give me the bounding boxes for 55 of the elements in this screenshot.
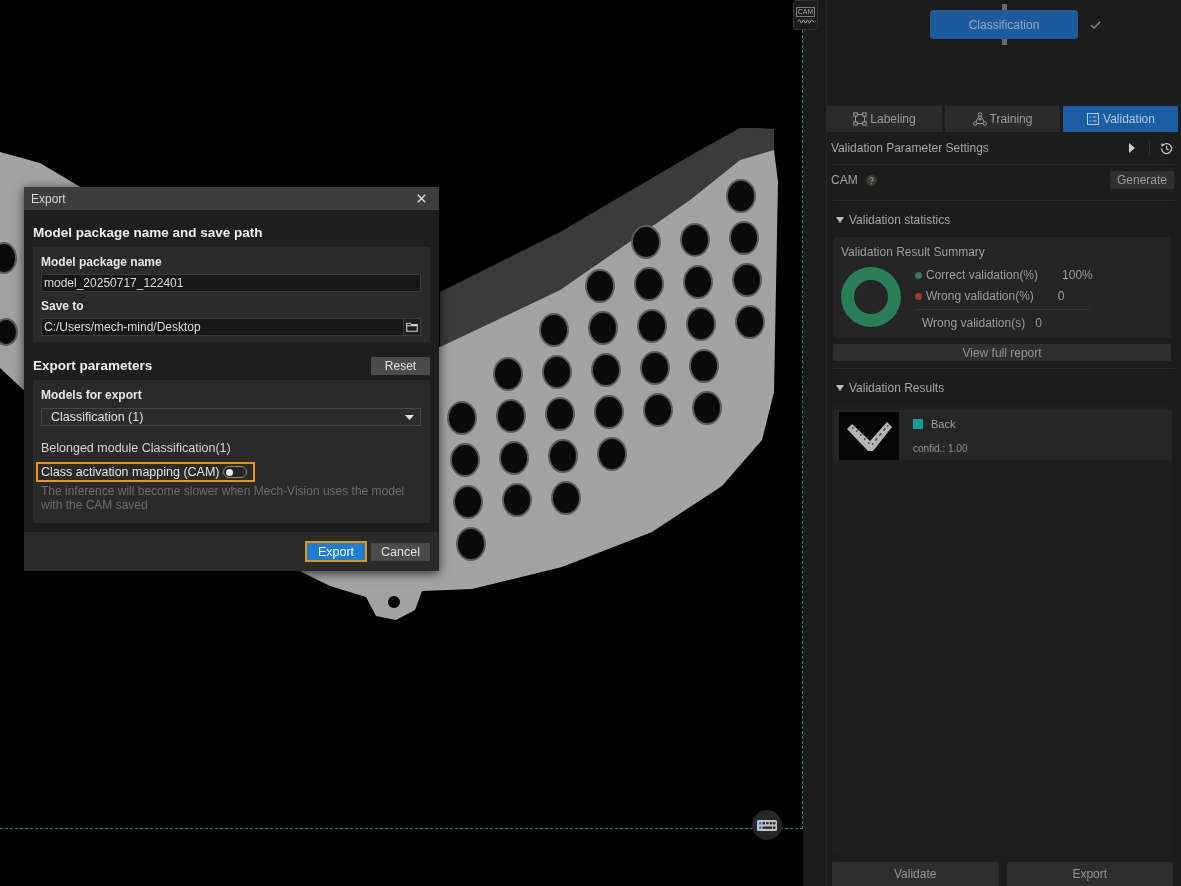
text-field[interactable]: model_20250717_122401	[41, 274, 421, 292]
node-port	[1001, 39, 1007, 45]
reset-button[interactable]: Reset	[371, 357, 430, 375]
toggle-label: Class activation mapping (CAM)	[41, 465, 220, 479]
field-label: Model package name	[41, 255, 163, 270]
confidence-text: confid.: 1.00	[913, 443, 968, 455]
triangle-nodes-icon	[972, 112, 987, 126]
hint-text: The inference will become slower when Mech-Vision uses the model with the CAM saved	[41, 484, 406, 512]
node-port	[1001, 4, 1007, 10]
export-button[interactable]: Export	[307, 543, 365, 560]
keyboard-icon[interactable]	[752, 810, 782, 840]
bounding-box-icon	[853, 112, 868, 126]
generate-button[interactable]: Generate	[1110, 171, 1174, 189]
legend-value: 100%	[1062, 268, 1093, 282]
plate-thumbnail-drawing	[839, 412, 899, 460]
field-label: Save to	[41, 299, 85, 314]
help-icon[interactable]	[865, 174, 877, 186]
folder-icon	[406, 322, 418, 332]
tab[interactable]: Labeling	[827, 106, 942, 132]
export-button[interactable]: Export	[1006, 862, 1173, 886]
section-heading: Model package name and save path	[33, 224, 264, 242]
module-text: Belonged module Classification(1)	[41, 440, 232, 456]
list-icon	[1086, 112, 1101, 126]
caret-icon[interactable]	[836, 385, 844, 391]
history-icon[interactable]	[1160, 141, 1173, 155]
count-label: Wrong validation(s)	[922, 316, 1026, 330]
section-title: Validation Results	[849, 381, 945, 395]
report-button[interactable]: View full report	[833, 344, 1171, 361]
cancel-button[interactable]: Cancel	[371, 542, 430, 561]
play-icon[interactable]	[1129, 143, 1135, 153]
legend-value: 0	[1057, 289, 1065, 303]
legend-label: Correct validation(%)	[926, 268, 1039, 282]
dialog-title: Export	[31, 191, 67, 206]
cam-label: CAM	[831, 173, 858, 187]
browse-button[interactable]	[403, 318, 421, 336]
tab[interactable]: Training	[945, 106, 1060, 132]
toggle-switch[interactable]	[222, 466, 247, 478]
model-dropdown[interactable]: Classification (1)	[41, 408, 421, 426]
legend-label: Wrong validation(%)	[926, 289, 1034, 303]
card-title: Validation Result Summary	[841, 245, 986, 260]
section-heading: Export parameters	[33, 357, 153, 375]
validate-button[interactable]: Validate	[832, 862, 999, 886]
caret-icon	[405, 414, 414, 420]
section-title: Validation Parameter Settings	[831, 141, 990, 155]
count-value: 0	[1035, 316, 1042, 330]
module-node[interactable]: Classification	[930, 10, 1078, 39]
wave-icon	[797, 18, 814, 24]
caret-icon[interactable]	[836, 217, 844, 223]
close-icon[interactable]	[417, 194, 426, 203]
tab[interactable]: Validation	[1063, 106, 1178, 132]
path-field[interactable]: C:/Users/mech-mind/Desktop	[41, 318, 403, 336]
field-label: Models for export	[41, 388, 143, 403]
result-item[interactable]: Back confid.: 1.00	[834, 410, 1172, 460]
section-title: Validation statistics	[849, 213, 951, 227]
class-label: Back	[931, 418, 956, 430]
